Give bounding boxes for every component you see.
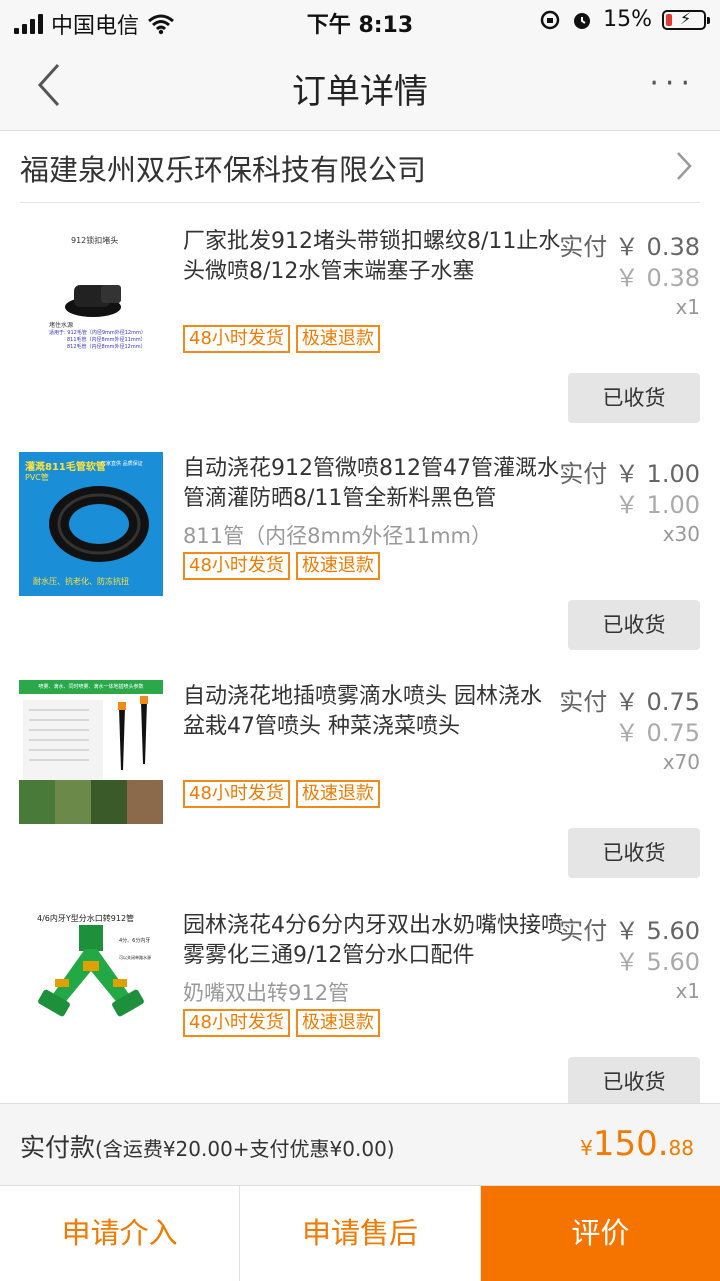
- shop-row[interactable]: 福建泉州双乐环保科技有限公司: [0, 131, 720, 203]
- product-thumbnail[interactable]: 912锁扣堵头 堵住水源 适用于: 912毛管（内径9mm外径12mm） 811…: [19, 225, 163, 369]
- received-button[interactable]: 已收货: [568, 373, 700, 423]
- intervene-button[interactable]: 申请介入: [0, 1186, 241, 1281]
- battery-percent: 15%: [603, 7, 652, 32]
- tag-list: 48小时发货 极速退款: [183, 325, 380, 353]
- received-button[interactable]: 已收货: [568, 828, 700, 878]
- tag-list: 48小时发货 极速退款: [183, 552, 380, 580]
- unit-price: ￥ 1.00: [614, 491, 700, 519]
- quantity: x30: [662, 522, 700, 546]
- tag-list: 48小时发货 极速退款: [183, 780, 380, 808]
- order-item[interactable]: 912锁扣堵头 堵住水源 适用于: 912毛管（内径9mm外径12mm） 811…: [0, 225, 720, 453]
- page-title: 订单详情: [292, 72, 428, 112]
- action-bar: 申请介入 申请售后 评价: [0, 1185, 720, 1281]
- tag-48h-shipping: 48小时发货: [183, 1009, 290, 1037]
- paid-price: 实付 ￥ 0.38: [559, 233, 700, 261]
- total-integer: 150.: [592, 1124, 669, 1164]
- quantity: x70: [662, 750, 700, 774]
- product-title[interactable]: 厂家批发912堵头带锁扣螺纹8/11止水头微喷8/12水管末端塞子水塞: [183, 227, 563, 287]
- product-thumbnail[interactable]: 灌溉811毛管软管 PVC管 厂家直供 品质保证 耐水压、抗老化、防冻抗扭: [19, 452, 163, 596]
- total-bar: 实付款(含运费¥20.00+支付优惠¥0.00) ¥150.88: [0, 1103, 720, 1186]
- order-item[interactable]: 喷雾、滴水、同时喷雾、滴水一体地插喷头参数 自动浇花地插喷雾滴水喷头 园林浇水盆…: [0, 680, 720, 908]
- more-menu-button[interactable]: ···: [649, 66, 696, 101]
- hose-coil-image: [49, 486, 149, 562]
- paid-price: 实付 ￥ 0.75: [559, 688, 700, 716]
- tag-48h-shipping: 48小时发货: [183, 552, 290, 580]
- quantity: x1: [675, 979, 700, 1003]
- unit-price: ￥ 5.60: [614, 948, 700, 976]
- received-button[interactable]: 已收货: [568, 600, 700, 650]
- order-item[interactable]: 灌溉811毛管软管 PVC管 厂家直供 品质保证 耐水压、抗老化、防冻抗扭 自动…: [0, 452, 720, 680]
- paid-price: 实付 ￥ 1.00: [559, 460, 700, 488]
- received-button[interactable]: 已收货: [568, 1057, 700, 1107]
- unit-price: ￥ 0.38: [614, 264, 700, 292]
- quantity: x1: [675, 295, 700, 319]
- product-thumbnail[interactable]: 4/6内牙Y型分水口转912管 4分、6分内牙 可以关闭单路水源: [19, 909, 163, 1053]
- shop-name: 福建泉州双乐环保科技有限公司: [20, 153, 427, 187]
- tag-fast-refund: 极速退款: [295, 325, 380, 353]
- y-splitter-image: [38, 925, 144, 1017]
- rotation-lock-icon: [540, 10, 560, 29]
- battery-icon: ⚡: [662, 9, 710, 30]
- tag-48h-shipping: 48小时发货: [183, 780, 290, 808]
- total-cents: 88: [668, 1136, 694, 1160]
- product-spec: 奶嘴双出转912管: [183, 981, 350, 1005]
- alarm-icon: [574, 12, 591, 29]
- product-spec: 811管（内径8mm外径11mm）: [183, 524, 492, 548]
- thumb-caption: 812毛管（内径8mm外径12mm）: [67, 344, 146, 350]
- total-title: 实付款: [20, 1133, 96, 1162]
- total-amount: ¥150.88: [580, 1124, 694, 1164]
- tag-fast-refund: 极速退款: [295, 780, 380, 808]
- tag-fast-refund: 极速退款: [295, 552, 380, 580]
- product-title[interactable]: 自动浇花地插喷雾滴水喷头 园林浇水盆栽47管喷头 种菜浇菜喷头: [183, 682, 563, 742]
- thumb-caption: 堵住水源: [49, 322, 74, 329]
- tag-48h-shipping: 48小时发货: [183, 325, 290, 353]
- chevron-right-icon: [677, 152, 692, 180]
- thumb-caption: 耐水压、抗老化、防冻抗扭: [33, 577, 129, 586]
- after-sale-button[interactable]: 申请售后: [240, 1186, 481, 1281]
- product-title[interactable]: 自动浇花912管微喷812管47管灌溉水管滴灌防晒8/11管全新料黑色管: [183, 454, 563, 514]
- status-bar: 中国电信 下午 8:13 15% ⚡: [0, 0, 720, 40]
- total-detail: (含运费¥20.00+支付优惠¥0.00): [95, 1137, 395, 1161]
- total-label: 实付款(含运费¥20.00+支付优惠¥0.00): [20, 1128, 395, 1164]
- spray-stake-image: [19, 696, 163, 824]
- review-button[interactable]: 评价: [480, 1186, 720, 1281]
- thumb-caption: 811毛管（内径8mm外径11mm）: [67, 337, 146, 343]
- thumb-caption: 适用于: 912毛管（内径9mm外径12mm）: [49, 330, 146, 336]
- tag-list: 48小时发货 极速退款: [183, 1009, 380, 1037]
- currency-symbol: ¥: [580, 1136, 593, 1160]
- tag-fast-refund: 极速退款: [295, 1009, 380, 1037]
- nav-bar: 订单详情 ···: [0, 40, 720, 131]
- product-thumbnail[interactable]: 喷雾、滴水、同时喷雾、滴水一体地插喷头参数: [19, 680, 163, 824]
- status-right: 15% ⚡: [539, 7, 710, 32]
- unit-price: ￥ 0.75: [614, 719, 700, 747]
- divider: [20, 202, 700, 203]
- product-title[interactable]: 园林浇花4分6分内牙双出水奶嘴快接喷雾雾化三通9/12管分水口配件: [183, 911, 563, 971]
- paid-price: 实付 ￥ 5.60: [559, 917, 700, 945]
